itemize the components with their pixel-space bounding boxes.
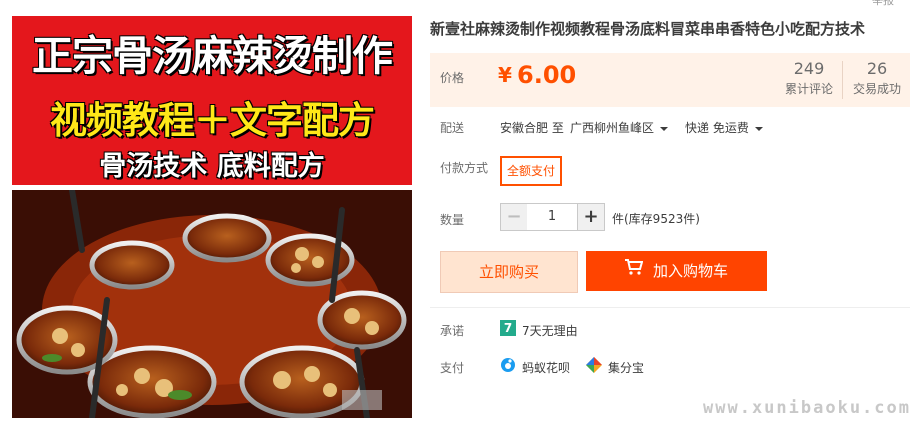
shipping-label: 配送 bbox=[440, 121, 465, 135]
sales-label: 交易成功 bbox=[852, 82, 901, 96]
promise-label: 承诺 bbox=[440, 324, 465, 338]
price-panel: 价格 ¥ 6.00 249 累计评论 26 交易成功 bbox=[430, 53, 910, 107]
stat-divider bbox=[842, 61, 843, 99]
product-title: 新壹社麻辣烫制作视频教程骨汤底料冒菜串串香特色小吃配方技术 bbox=[430, 20, 866, 38]
pay-option-jifenbao[interactable]: 集分宝 bbox=[608, 359, 644, 376]
shipping-method-select[interactable]: 快递 免运费 bbox=[685, 119, 763, 136]
stock-info: 件(库存9523件) bbox=[612, 212, 700, 226]
product-image-banner: 正宗骨汤麻辣烫制作 视频教程＋文字配方 骨汤技术 底料配方 bbox=[12, 16, 412, 185]
banner-subheadline: 视频教程＋文字配方 bbox=[50, 99, 375, 142]
sales-stat[interactable]: 26 交易成功 bbox=[844, 59, 910, 97]
quantity-label: 数量 bbox=[440, 213, 465, 227]
price-currency: ¥ bbox=[498, 63, 512, 87]
shipping-method: 快递 免运费 bbox=[685, 121, 749, 135]
banner-headline: 正宗骨汤麻辣烫制作 bbox=[32, 32, 393, 80]
pay-label: 支付 bbox=[440, 361, 465, 375]
shipping-from: 安徽合肥 至 bbox=[500, 121, 564, 135]
promise-text[interactable]: 7天无理由 bbox=[522, 322, 578, 339]
quantity-increment-button[interactable]: + bbox=[577, 203, 605, 231]
reviews-label: 累计评论 bbox=[784, 82, 833, 96]
chevron-down-icon bbox=[754, 126, 763, 131]
shipping-destination: 广西柳州鱼峰区 bbox=[570, 121, 655, 135]
payment-method-label: 付款方式 bbox=[440, 161, 489, 175]
price-value: 6.00 bbox=[517, 61, 577, 89]
section-divider bbox=[430, 307, 910, 308]
seven-day-return-icon: 7 bbox=[500, 320, 516, 336]
reviews-stat[interactable]: 249 累计评论 bbox=[776, 59, 842, 97]
pay-option-huabei[interactable]: 蚂蚁花呗 bbox=[522, 359, 570, 376]
shipping-destination-select[interactable]: 广西柳州鱼峰区 bbox=[570, 119, 669, 136]
chevron-down-icon bbox=[660, 126, 669, 131]
banner-tagline: 骨汤技术 底料配方 bbox=[99, 151, 325, 182]
add-to-cart-button[interactable]: 加入购物车 bbox=[586, 251, 767, 291]
cart-icon bbox=[624, 250, 644, 290]
sales-count: 26 bbox=[866, 59, 888, 78]
reviews-count: 249 bbox=[793, 59, 825, 78]
hotpot-illustration bbox=[12, 190, 412, 418]
huabei-icon bbox=[500, 357, 516, 377]
price-label: 价格 bbox=[440, 71, 465, 85]
quantity-input[interactable]: 1 bbox=[527, 203, 577, 231]
add-to-cart-label: 加入购物车 bbox=[652, 262, 728, 280]
report-link[interactable]: 举报 bbox=[872, 0, 894, 8]
jifenbao-icon bbox=[586, 357, 602, 377]
quantity-decrement-button[interactable]: − bbox=[500, 203, 528, 231]
product-photo-hotpot bbox=[12, 190, 412, 418]
buy-now-button[interactable]: 立即购买 bbox=[440, 251, 578, 293]
site-watermark: www.xunibaoku.com bbox=[703, 398, 911, 418]
payment-option-full[interactable]: 全额支付 bbox=[500, 156, 563, 186]
